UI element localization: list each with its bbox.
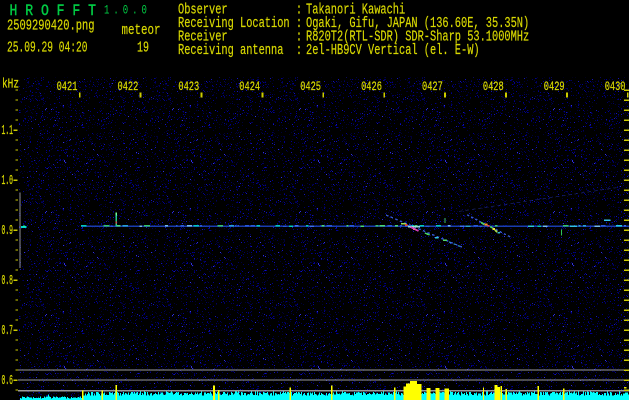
svg-text:kHz: kHz [2, 77, 19, 93]
svg-text:0.7: 0.7 [2, 323, 14, 339]
svg-text:1.0: 1.0 [2, 173, 14, 189]
svg-text:0425: 0425 [300, 80, 321, 94]
svg-text:0423: 0423 [178, 80, 199, 94]
svg-text:2509290420.png: 2509290420.png [7, 18, 95, 35]
svg-text:Receiving antenna: Receiving antenna [178, 42, 283, 59]
svg-text:0.6: 0.6 [2, 373, 14, 389]
svg-text:0426: 0426 [361, 80, 382, 94]
svg-text::: : [296, 42, 302, 59]
svg-text:1.0.0: 1.0.0 [104, 4, 151, 18]
svg-text:19: 19 [137, 39, 149, 56]
svg-text:0424: 0424 [239, 80, 260, 94]
svg-text:0422: 0422 [118, 80, 139, 94]
svg-text:0.8: 0.8 [2, 273, 14, 289]
svg-text:0.9: 0.9 [2, 223, 14, 239]
svg-text:meteor: meteor [122, 22, 161, 39]
svg-text:0429: 0429 [544, 80, 565, 94]
svg-text:0427: 0427 [422, 80, 443, 94]
svg-text:2el-HB9CV Vertical (el. E-W): 2el-HB9CV Vertical (el. E-W) [306, 42, 480, 59]
svg-text:0421: 0421 [57, 80, 78, 94]
svg-text:25.09.29 04:20: 25.09.29 04:20 [7, 39, 88, 56]
svg-text:1.1: 1.1 [2, 123, 14, 139]
svg-text:0428: 0428 [483, 80, 504, 94]
svg-text:0430: 0430 [605, 80, 626, 94]
